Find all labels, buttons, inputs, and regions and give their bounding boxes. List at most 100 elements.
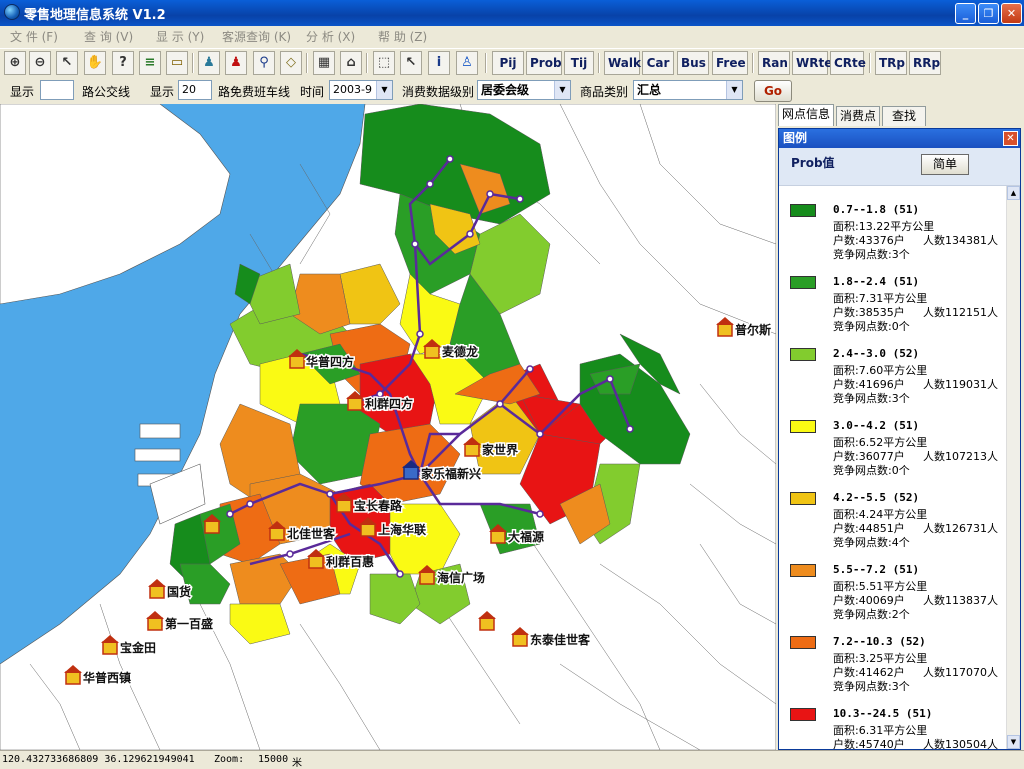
scroll-down-icon[interactable]: ▼ <box>1007 735 1020 749</box>
category-select[interactable]: 汇总 ▼ <box>633 80 743 100</box>
legend-scrollbar[interactable]: ▲ ▼ <box>1006 186 1020 749</box>
legend-population: 人数112151人 <box>923 306 998 319</box>
store-label: 大福源 <box>508 529 544 544</box>
table-icon[interactable]: ▦ <box>313 51 335 75</box>
map-view[interactable]: 华普四方 麦德龙 利群四方 家世界 家乐福新兴 宝长春路 上海华联 北佳世客 利… <box>0 104 776 750</box>
go-button[interactable]: Go <box>754 80 792 102</box>
tij-button[interactable]: Tij <box>564 51 594 75</box>
zoom-label: Zoom: <box>214 754 245 765</box>
menu-file[interactable]: 文 件 (F) <box>10 28 58 45</box>
tab-consumption-points[interactable]: 消费点 <box>836 106 880 126</box>
legend-competitors: 竞争网点数:3个 <box>833 392 910 405</box>
ruler-icon[interactable]: ▭ <box>166 51 188 75</box>
show-label: 显示 <box>150 85 175 99</box>
legend-item: 7.2--10.3 (52) 面积:3.25平方公里 户数:41462户 人数1170… <box>779 632 1008 704</box>
legend-close-button[interactable]: ✕ <box>1003 131 1018 146</box>
category-label: 商品类别 <box>580 85 629 99</box>
simple-button[interactable]: 简单 <box>921 154 969 175</box>
rrp-button[interactable]: RRp <box>909 51 941 75</box>
data-level-select[interactable]: 居委会级 ▼ <box>477 80 571 100</box>
info-balloon-icon[interactable]: ? <box>112 51 134 75</box>
bus-route-label: 路公交线 <box>82 85 131 99</box>
wrte-button[interactable]: WRte <box>792 51 832 75</box>
legend-population: 人数117070人 <box>923 666 998 679</box>
store-label: 海信广场 <box>437 570 485 585</box>
legend-swatch <box>790 276 816 289</box>
toolbar-separator <box>366 53 368 73</box>
person-icon[interactable]: ♙ <box>456 51 478 75</box>
info-icon[interactable]: i <box>428 51 450 75</box>
building-icon[interactable]: ⌂ <box>340 51 362 75</box>
scroll-up-icon[interactable]: ▲ <box>1007 186 1020 200</box>
menu-help[interactable]: 帮 助 (Z) <box>378 28 427 45</box>
free-route-count-input[interactable]: 20 <box>178 80 212 100</box>
legend-item: 5.5--7.2 (51) 面积:5.51平方公里 户数:40069户 人数11383… <box>779 560 1008 632</box>
select-arrow-icon[interactable]: ↖ <box>56 51 78 75</box>
prob-button[interactable]: Prob <box>526 51 562 75</box>
legend-panel: 图例 ✕ Prob值 简单 0.7--1.8 (51) 面积:13.22平方公里户… <box>778 128 1021 750</box>
toolbar-separator <box>192 53 194 73</box>
free-button[interactable]: Free <box>712 51 748 75</box>
menu-customer-query[interactable]: 客源查询 (K) <box>222 28 291 45</box>
region-select-icon[interactable]: ⬚ <box>373 51 395 75</box>
legend-range: 1.8--2.4 (51) <box>833 275 920 288</box>
zoom-unit: 米 <box>292 758 302 769</box>
layers-icon[interactable]: ≡ <box>139 51 161 75</box>
store-label: 第一百盛 <box>165 616 213 631</box>
legend-subheader: Prob值 简单 <box>779 148 1020 186</box>
legend-range: 7.2--10.3 (52) <box>833 635 926 648</box>
pushpin-icon[interactable]: ⚲ <box>253 51 275 75</box>
pij-button[interactable]: Pij <box>492 51 524 75</box>
menu-query[interactable]: 查 询 (V) <box>84 28 133 45</box>
legend-header: 图例 ✕ <box>779 129 1020 148</box>
zoom-value: 15000 <box>258 754 289 765</box>
zoom-in-icon[interactable]: ⊕ <box>4 51 26 75</box>
green-figure-icon[interactable]: ♟ <box>198 51 220 75</box>
red-figure-icon[interactable]: ♟ <box>225 51 247 75</box>
store-label: 华普西镇 <box>83 670 131 685</box>
minimize-button[interactable]: _ <box>955 3 976 24</box>
car-button[interactable]: Car <box>642 51 674 75</box>
bus-route-count-input[interactable] <box>40 80 74 100</box>
store-label: 利群四方 <box>365 396 413 411</box>
legend-population: 人数134381人 <box>923 234 998 247</box>
toolbar-separator <box>598 53 600 73</box>
tab-store-info[interactable]: 网点信息 <box>778 104 834 126</box>
store-label: 麦德龙 <box>442 344 478 359</box>
legend-item: 0.7--1.8 (51) 面积:13.22平方公里 户数:43376户 人数1343… <box>779 200 1008 272</box>
legend-population: 人数130504人 <box>923 738 998 749</box>
menu-bar: 文 件 (F) 查 询 (V) 显 示 (Y) 客源查询 (K) 分 析 (X)… <box>0 26 1024 46</box>
legend-range: 4.2--5.5 (52) <box>833 491 920 504</box>
pan-hand-icon[interactable]: ✋ <box>84 51 106 75</box>
time-select[interactable]: 2003-9 ▼ <box>329 80 393 100</box>
coordinates-readout: 120.432733686809 36.129621949041 <box>2 754 195 765</box>
chevron-down-icon: ▼ <box>726 81 742 99</box>
legend-item: 1.8--2.4 (51) 面积:7.31平方公里 户数:38535户 人数11215… <box>779 272 1008 344</box>
side-tabs: 网点信息 消费点 查找 <box>776 104 1024 126</box>
menu-analysis[interactable]: 分 析 (X) <box>306 28 355 45</box>
legend-swatch <box>790 204 816 217</box>
legend-population: 人数107213人 <box>923 450 998 463</box>
app-globe-icon <box>4 4 20 20</box>
time-select-value: 2003-9 <box>333 83 372 96</box>
zoom-out-icon[interactable]: ⊖ <box>29 51 51 75</box>
walk-button[interactable]: Walk <box>604 51 641 75</box>
toolbar-separator <box>752 53 754 73</box>
choropleth-map: 华普四方 麦德龙 利群四方 家世界 家乐福新兴 宝长春路 上海华联 北佳世客 利… <box>0 104 776 750</box>
legend-competitors: 竞争网点数:0个 <box>833 464 910 477</box>
crte-button[interactable]: CRte <box>830 51 866 75</box>
trp-button[interactable]: TRp <box>875 51 907 75</box>
land-northwest <box>0 104 231 305</box>
bus-button[interactable]: Bus <box>677 51 709 75</box>
maximize-button[interactable]: ❐ <box>978 3 999 24</box>
store-label: 家世界 <box>482 442 518 457</box>
close-button[interactable]: ✕ <box>1001 3 1022 24</box>
legend-competitors: 竞争网点数:0个 <box>833 320 910 333</box>
category-value: 汇总 <box>637 83 662 97</box>
pointer-icon[interactable]: ↖ <box>400 51 422 75</box>
ran-button[interactable]: Ran <box>758 51 790 75</box>
legend-range: 2.4--3.0 (52) <box>833 347 920 360</box>
menu-display[interactable]: 显 示 (Y) <box>156 28 204 45</box>
tab-search[interactable]: 查找 <box>882 106 926 126</box>
eraser-icon[interactable]: ◇ <box>280 51 302 75</box>
